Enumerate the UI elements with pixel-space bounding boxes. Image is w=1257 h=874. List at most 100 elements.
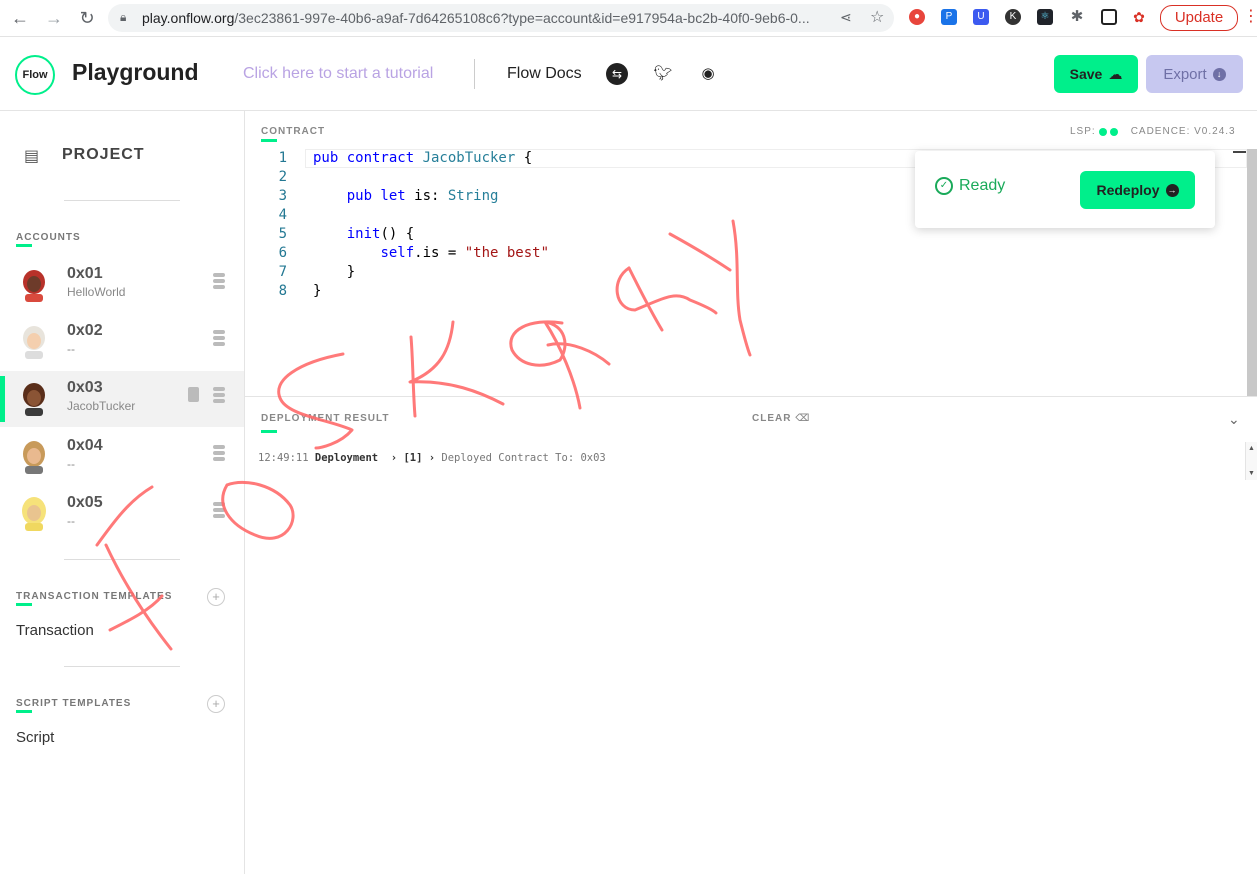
account-name: -- [67,342,75,356]
sidebar: ▤ PROJECT ACCOUNTS 0x01 HelloWorld 0x02 … [0,111,245,874]
deploy-status-card: ✓ Ready Redeploy → [915,151,1215,228]
avatar [23,383,45,416]
account-name: HelloWorld [67,285,126,299]
database-icon[interactable] [213,387,225,403]
discord-icon[interactable]: ◉ [697,63,719,85]
log-message: Deployed Contract To: 0x03 [441,452,606,464]
accounts-title: ACCOUNTS [16,232,81,243]
account-name: JacobTucker [67,399,136,413]
clear-label: CLEAR [752,413,792,424]
header-divider [474,59,475,89]
forward-icon[interactable]: → [42,6,66,30]
divider [64,666,180,667]
deployment-result-pane: DEPLOYMENT RESULT CLEAR ⌫ ⌄ 12:49:11 Dep… [245,397,1257,874]
log-entry: 12:49:11 Deployment › [1] › Deployed Con… [258,452,606,464]
react-devtools-icon[interactable]: ⚛ [1037,9,1053,25]
account-address: 0x02 [67,322,103,339]
lsp-status: LSP: CADENCE: V0.24.3 [1070,126,1236,137]
extension-icon-4[interactable]: K [1005,9,1021,25]
save-button[interactable]: Save ☁ [1054,55,1138,93]
status-text: Ready [959,177,1006,194]
database-icon[interactable] [213,273,225,289]
account-name: -- [67,457,75,471]
tutorial-link[interactable]: Click here to start a tutorial [243,65,433,83]
app-header: Flow Playground Click here to start a tu… [0,37,1257,111]
download-icon: ↓ [1212,67,1226,81]
extension-icon-3[interactable]: U [973,9,989,25]
redeploy-label: Redeploy [1096,182,1160,198]
export-label: Export [1163,65,1207,83]
redeploy-button[interactable]: Redeploy → [1080,171,1195,209]
extension-icon-1[interactable]: ● [909,9,925,25]
transaction-templates-title: TRANSACTION TEMPLATES [16,591,173,602]
database-icon[interactable] [213,445,225,461]
result-scrollbar[interactable]: ▲ ▼ [1245,442,1257,480]
database-icon[interactable] [213,502,225,518]
project-label[interactable]: PROJECT [62,146,145,164]
section-accent [261,139,277,142]
flow-logo[interactable]: Flow [15,55,55,95]
avatar [23,270,45,302]
share-icon[interactable]: ⋖ [840,9,852,26]
avatar [23,441,45,474]
save-label: Save [1069,66,1103,82]
extension-icon-5[interactable] [1101,9,1117,25]
account-item-0x01[interactable]: 0x01 HelloWorld [0,257,244,313]
browser-toolbar: ← → ↻ 🔒︎ play.onflow.org/3ec23861-997e-4… [0,0,1257,37]
address-bar[interactable]: 🔒︎ play.onflow.org/3ec23861-997e-40b6-a9… [108,4,894,32]
log-kind: Deployment [314,452,379,464]
account-address: 0x05 [67,494,103,511]
editor-scrollbar[interactable] [1247,149,1257,396]
avatar [23,326,45,359]
transaction-template-item[interactable]: Transaction [16,622,94,639]
script-template-item[interactable]: Script [16,729,54,746]
reload-icon[interactable]: ↻ [75,6,99,30]
section-accent [16,603,32,606]
bookmark-star-icon[interactable]: ☆ [870,7,884,27]
extension-icon-2[interactable]: P [941,9,957,25]
url-text[interactable]: play.onflow.org/3ec23861-997e-40b6-a9af-… [142,10,842,26]
account-item-0x02[interactable]: 0x02 -- [0,314,244,370]
update-button[interactable]: Update [1160,5,1238,31]
avatar [22,497,46,531]
divider [64,200,180,201]
profile-icon[interactable]: ✿ [1131,9,1147,25]
account-item-0x03[interactable]: 0x03 JacobTucker [0,371,244,427]
account-item-0x05[interactable]: 0x05 -- [0,486,244,542]
database-icon[interactable] [213,330,225,346]
flow-docs-link[interactable]: Flow Docs [507,65,582,83]
divider [64,559,180,560]
code-line: 8} [245,282,1245,301]
add-transaction-icon[interactable]: + [207,588,225,606]
twitter-icon[interactable]: 🐦︎ [652,63,674,85]
clipboard-icon[interactable] [188,387,199,402]
log-index: [1] [403,452,423,464]
check-circle-icon: ✓ [935,177,953,195]
section-accent [16,244,32,247]
chevron-down-icon[interactable]: ⌄ [1228,411,1240,428]
browser-menu-icon[interactable]: ⋮ [1243,6,1257,26]
line-number: 4 [278,207,287,223]
export-button[interactable]: Export ↓ [1146,55,1243,93]
deployment-result-label: DEPLOYMENT RESULT [261,413,390,424]
contract-label: CONTRACT [261,126,326,137]
flow-forum-icon[interactable]: ⇆ [606,63,628,85]
line-number: 1 [278,150,287,166]
line-number: 8 [278,283,287,299]
lock-icon: 🔒︎ [120,10,127,24]
project-icon: ▤ [24,148,40,165]
lsp-dot [1109,127,1118,136]
line-number: 6 [278,245,287,261]
section-accent [16,710,32,713]
eraser-icon: ⌫ [795,413,811,424]
back-icon[interactable]: ← [8,6,32,30]
code-line: 6 self.is = "the best" [245,244,1245,263]
add-script-icon[interactable]: + [207,695,225,713]
arrow-right-circle-icon: → [1165,183,1179,197]
line-number: 3 [278,188,287,204]
extensions-puzzle-icon[interactable]: ✱ [1069,9,1085,25]
line-number: 7 [278,264,287,280]
line-number: 5 [278,226,287,242]
account-item-0x04[interactable]: 0x04 -- [0,429,244,485]
clear-button[interactable]: CLEAR ⌫ [752,413,810,424]
